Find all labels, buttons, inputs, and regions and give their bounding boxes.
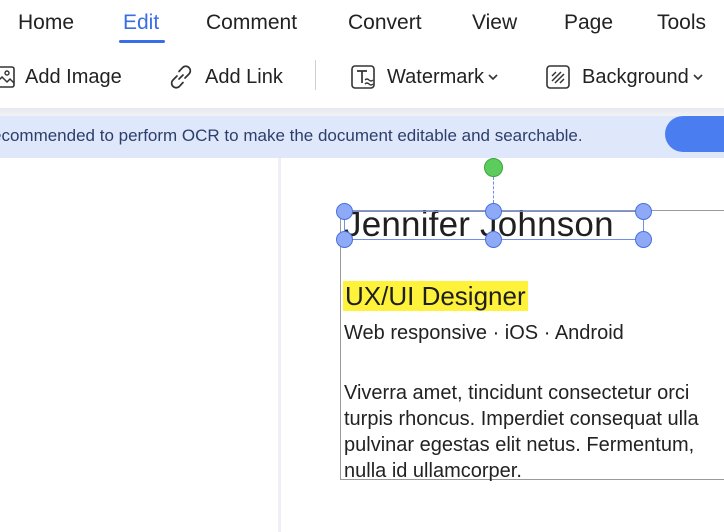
watermark-icon [350, 63, 378, 91]
body-line: pulvinar egestas elit netus. Fermentum, [344, 434, 695, 456]
background-label: Background [582, 65, 689, 88]
body-line: turpis rhoncus. Imperdiet consequat ulla [344, 408, 699, 430]
edit-toolbar: Add Image Add Link Watermark Background [0, 50, 724, 108]
tab-page[interactable]: Page [564, 11, 613, 35]
ocr-notification-banner: ecommended to perform OCR to make the do… [0, 116, 724, 158]
add-image-button[interactable]: Add Image [0, 62, 122, 92]
resume-platforms[interactable]: Web responsive · iOS · Android [344, 322, 624, 345]
image-icon [0, 64, 16, 90]
ocr-banner-text: ecommended to perform OCR to make the do… [0, 126, 583, 145]
body-line: Viverra amet, tincidunt consectetur orci [344, 382, 690, 404]
main-tab-bar: Home Edit Comment Convert View Page Tool… [0, 0, 724, 50]
body-line: nulla id ullamcorper. [344, 460, 522, 482]
active-tab-indicator [119, 40, 165, 43]
chevron-down-icon [488, 73, 498, 81]
resize-handle-top-left[interactable] [336, 203, 353, 220]
toolbar-separator [315, 60, 316, 90]
add-link-label: Add Link [205, 65, 283, 88]
tab-convert[interactable]: Convert [348, 11, 422, 35]
resize-handle-top-right[interactable] [635, 203, 652, 220]
tab-comment[interactable]: Comment [206, 11, 297, 35]
tab-tools[interactable]: Tools [657, 11, 706, 35]
add-image-label: Add Image [25, 65, 122, 88]
resume-body-paragraph[interactable]: Viverra amet, tincidunt consectetur orci… [344, 380, 724, 484]
add-link-button[interactable]: Add Link [166, 62, 283, 92]
resize-handle-bottom-left[interactable] [336, 231, 353, 248]
tab-edit[interactable]: Edit [123, 11, 159, 35]
resume-role-highlighted[interactable]: UX/UI Designer [343, 281, 528, 311]
rotate-handle[interactable] [484, 158, 503, 177]
perform-ocr-button[interactable] [665, 116, 724, 152]
resize-handle-top-center[interactable] [485, 203, 502, 220]
pdf-editor-window: Home Edit Comment Convert View Page Tool… [0, 0, 724, 532]
resize-handle-bottom-right[interactable] [635, 231, 652, 248]
watermark-label: Watermark [387, 65, 485, 88]
rotate-handle-stem [493, 177, 494, 203]
tab-home[interactable]: Home [18, 11, 74, 35]
background-dropdown[interactable]: Background [545, 62, 703, 92]
resize-handle-bottom-center[interactable] [485, 231, 502, 248]
watermark-dropdown[interactable]: Watermark [350, 62, 498, 92]
toolbar-shadow [0, 108, 724, 116]
background-icon [545, 63, 573, 91]
chevron-down-icon [693, 73, 703, 81]
link-icon [166, 62, 196, 92]
tab-view[interactable]: View [472, 11, 517, 35]
